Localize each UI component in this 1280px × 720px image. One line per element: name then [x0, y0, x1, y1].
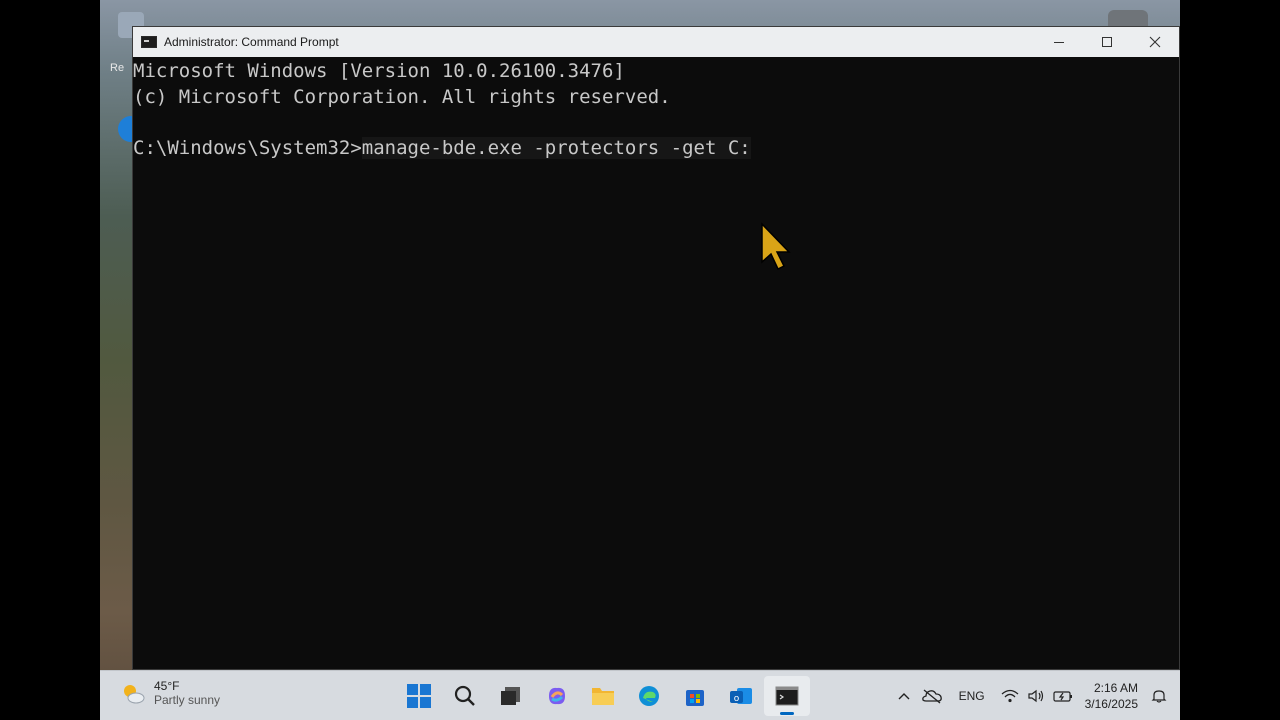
language-indicator[interactable]: ENG [955, 676, 989, 716]
weather-condition: Partly sunny [154, 693, 221, 707]
cloud-offline-icon [921, 689, 942, 704]
command-text[interactable]: manage-bde.exe -protectors -get C: [361, 136, 751, 159]
window-controls [1035, 27, 1179, 57]
window-title: Administrator: Command Prompt [164, 35, 339, 49]
notifications-button[interactable] [1146, 676, 1172, 716]
desktop: Re Administrator: Command Prompt Microso… [100, 0, 1180, 720]
clock-date: 3/16/2025 [1084, 697, 1138, 711]
notification-bell-icon [1151, 690, 1167, 703]
system-tray: ENG 2:16 AM 3/16/2025 [891, 671, 1180, 720]
volume-button[interactable] [1023, 676, 1049, 716]
terminal-button[interactable] [764, 676, 810, 716]
edge-icon [639, 686, 659, 706]
search-button[interactable] [442, 676, 488, 716]
weather-widget[interactable]: 45°F Partly sunny [120, 679, 220, 707]
search-icon [454, 685, 475, 706]
mouse-pointer-icon [761, 222, 791, 271]
close-button[interactable] [1131, 27, 1179, 57]
copilot-icon [549, 687, 565, 705]
maximize-icon [1102, 37, 1112, 47]
network-button[interactable] [997, 676, 1023, 716]
speaker-icon [1028, 689, 1043, 703]
show-hidden-icons-button[interactable] [891, 676, 917, 716]
chevron-up-icon [898, 693, 910, 700]
console-output[interactable]: Microsoft Windows [Version 10.0.26100.34… [133, 57, 1179, 669]
prompt-text: C:\Windows\System32> [133, 136, 362, 159]
store-icon [686, 690, 704, 706]
title-bar[interactable]: Administrator: Command Prompt [133, 27, 1179, 57]
partly-sunny-icon [120, 680, 146, 706]
onedrive-button[interactable] [917, 676, 947, 716]
close-icon [1149, 36, 1161, 48]
file-explorer-button[interactable] [580, 676, 626, 716]
edge-button[interactable] [626, 676, 672, 716]
task-view-icon [501, 687, 520, 705]
console-line: (c) Microsoft Corporation. All rights re… [133, 85, 671, 108]
maximize-button[interactable] [1083, 27, 1131, 57]
taskbar-apps: o [396, 671, 810, 720]
start-button[interactable] [396, 676, 442, 716]
command-prompt-window: Administrator: Command Prompt Microsoft … [132, 26, 1180, 670]
minimize-button[interactable] [1035, 27, 1083, 57]
clock-button[interactable]: 2:16 AM 3/16/2025 [1077, 676, 1146, 716]
start-icon [407, 684, 431, 708]
svg-text:o: o [734, 694, 740, 704]
outlook-button[interactable]: o [718, 676, 764, 716]
copilot-button[interactable] [534, 676, 580, 716]
battery-charging-icon [1053, 691, 1072, 702]
wifi-icon [1001, 689, 1019, 703]
clock-time: 2:16 AM [1093, 681, 1138, 695]
command-line: C:\Windows\System32>manage-bde.exe -prot… [133, 136, 1179, 162]
task-view-button[interactable] [488, 676, 534, 716]
terminal-icon [775, 686, 799, 706]
cmd-icon [141, 36, 157, 48]
weather-temperature: 45°F [154, 679, 180, 693]
taskbar: 45°F Partly sunny o ENG 2:16 AM 3/16/202… [100, 670, 1180, 720]
console-line: Microsoft Windows [Version 10.0.26100.34… [133, 60, 625, 82]
minimize-icon [1054, 41, 1064, 43]
outlook-icon: o [730, 688, 752, 704]
store-button[interactable] [672, 676, 718, 716]
battery-button[interactable] [1049, 676, 1077, 716]
file-explorer-icon [592, 688, 614, 705]
desktop-icon-label: Re [110, 62, 125, 74]
